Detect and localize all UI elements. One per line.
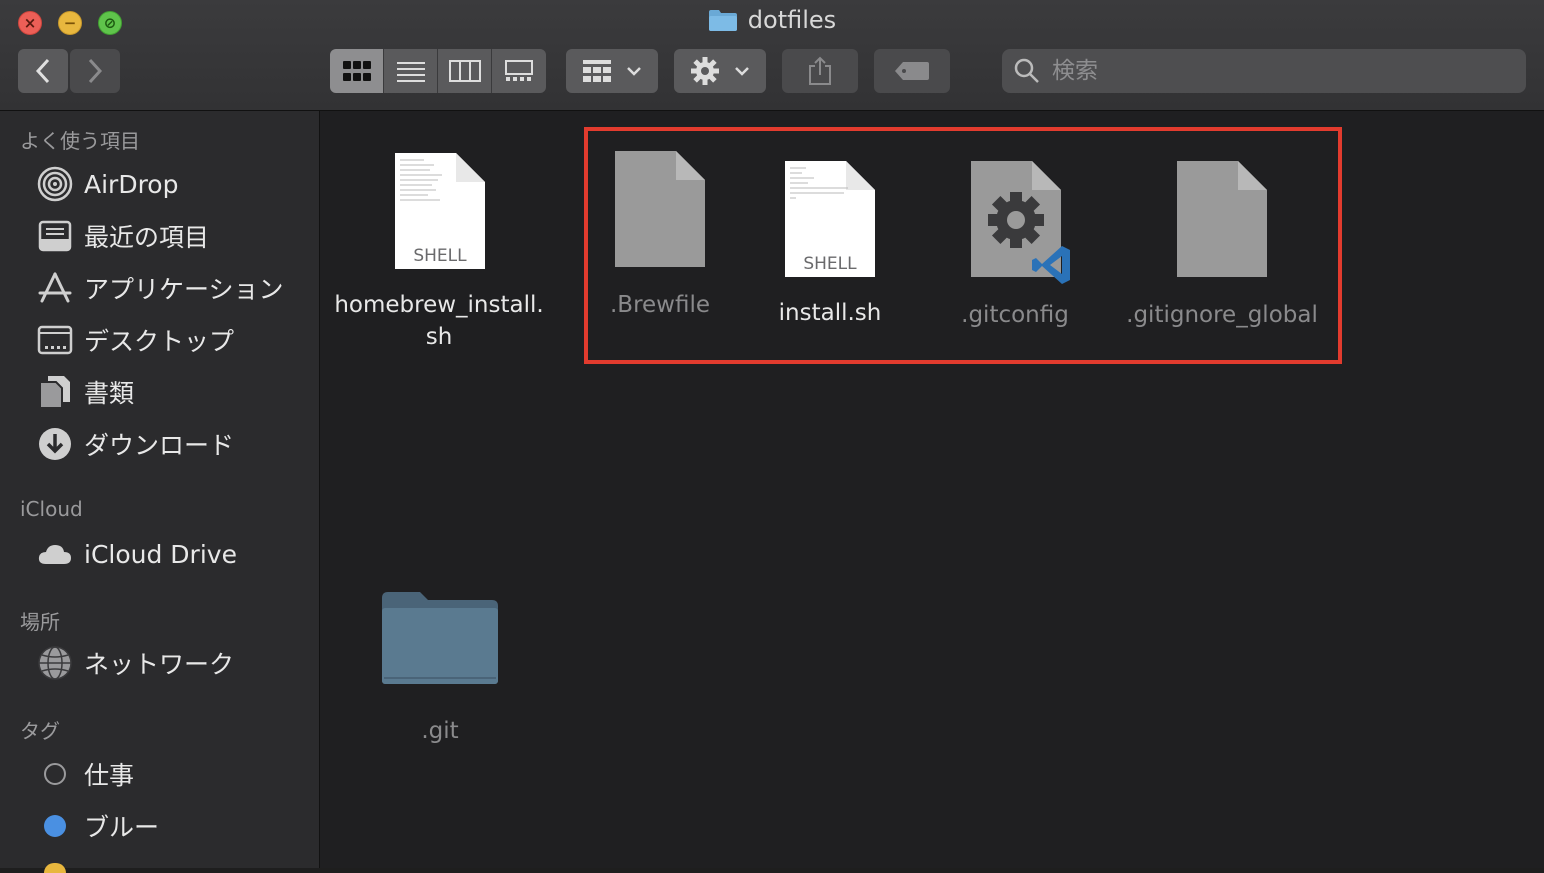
group-by-button[interactable] <box>566 49 658 93</box>
folder-icon <box>708 10 737 31</box>
chevron-left-icon <box>35 58 50 84</box>
grid-icon <box>342 61 371 81</box>
window-title-text: dotfiles <box>747 6 837 34</box>
sidebar-item-label: 最近の項目 <box>84 223 210 252</box>
gallery-view-button[interactable] <box>492 49 546 93</box>
sidebar-section-tags: タグ <box>20 719 60 743</box>
sidebar-item-label: ブルー <box>84 813 160 842</box>
list-view-button[interactable] <box>384 49 438 93</box>
sidebar-item-label: 仕事 <box>84 761 135 790</box>
tag-circle-outline-icon <box>36 755 74 793</box>
sidebar-item-label: 書類 <box>84 379 135 408</box>
desktop-icon <box>36 321 74 359</box>
file-name: sh <box>425 324 453 350</box>
applications-icon <box>36 269 74 307</box>
sidebar-item-icloud-drive[interactable]: iCloud Drive <box>36 532 237 576</box>
chevron-right-icon <box>88 58 103 84</box>
sidebar-item-label: iCloud Drive <box>84 539 237 569</box>
sidebar-item-airdrop[interactable]: AirDrop <box>36 162 178 206</box>
tag-circle-blue-icon <box>36 807 74 845</box>
sidebar-item-label: アプリケーション <box>84 275 284 304</box>
chevron-down-icon <box>735 67 749 76</box>
group-grid-icon <box>583 60 611 82</box>
icloud-icon <box>36 535 74 573</box>
sidebar-item-tag-work[interactable]: 仕事 <box>36 752 134 796</box>
window-title: dotfiles <box>0 6 1544 34</box>
sidebar-item-label: デスクトップ <box>84 327 235 356</box>
recents-icon <box>36 217 74 255</box>
share-icon <box>809 56 831 85</box>
sidebar-item-downloads[interactable]: ダウンロード <box>36 422 234 466</box>
search-input[interactable] <box>1050 57 1494 85</box>
back-button[interactable] <box>18 49 68 93</box>
sidebar-item-desktop[interactable]: デスクトップ <box>36 318 234 362</box>
sidebar-item-label: ダウンロード <box>84 431 235 460</box>
sidebar-section-favorites: よく使う項目 <box>20 129 140 153</box>
forward-button[interactable] <box>70 49 120 93</box>
sidebar-item-recents[interactable]: 最近の項目 <box>36 214 209 258</box>
edit-tags-button[interactable] <box>874 49 950 93</box>
gear-icon <box>691 57 719 85</box>
file-name: .git <box>421 718 459 744</box>
sidebar-section-icloud: iCloud <box>20 497 83 521</box>
highlight-rectangle <box>584 127 1342 364</box>
file-name: homebrew_install. <box>334 292 544 318</box>
airdrop-icon <box>36 165 74 203</box>
titlebar: × − ⊘ dotfiles <box>0 0 1544 111</box>
search-field[interactable] <box>1002 49 1526 93</box>
share-button[interactable] <box>782 49 858 93</box>
sidebar-item-documents[interactable]: 書類 <box>36 370 134 414</box>
file-type-label: SHELL <box>413 246 467 266</box>
finder-window: × − ⊘ dotfiles 検索 よく使う項目 AirDrop 最近の項目 ア… <box>0 0 1544 873</box>
column-view-button[interactable] <box>438 49 492 93</box>
columns-icon <box>448 60 481 82</box>
downloads-icon <box>36 425 74 463</box>
sidebar-item-label: ネットワーク <box>84 650 235 679</box>
sidebar-item-applications[interactable]: アプリケーション <box>36 266 284 310</box>
view-mode-segmented-control <box>330 49 546 93</box>
folder-icon <box>382 592 498 684</box>
sidebar-item-network[interactable]: ネットワーク <box>36 641 234 685</box>
sidebar: よく使う項目 AirDrop 最近の項目 アプリケーション デスクトップ 書類 … <box>0 111 320 873</box>
sidebar-item-label: AirDrop <box>84 169 179 199</box>
network-icon <box>36 644 74 682</box>
documents-icon <box>36 373 74 411</box>
chevron-down-icon <box>627 67 641 76</box>
icon-view-button[interactable] <box>330 49 384 93</box>
sidebar-item-tag-blue[interactable]: ブルー <box>36 804 159 848</box>
gallery-icon <box>505 60 533 81</box>
tag-circle-yellow-icon <box>44 863 66 873</box>
sidebar-section-locations: 場所 <box>20 610 60 634</box>
tag-icon <box>895 62 929 80</box>
action-button[interactable] <box>674 49 766 93</box>
list-icon <box>396 62 425 82</box>
search-icon <box>1014 58 1039 83</box>
